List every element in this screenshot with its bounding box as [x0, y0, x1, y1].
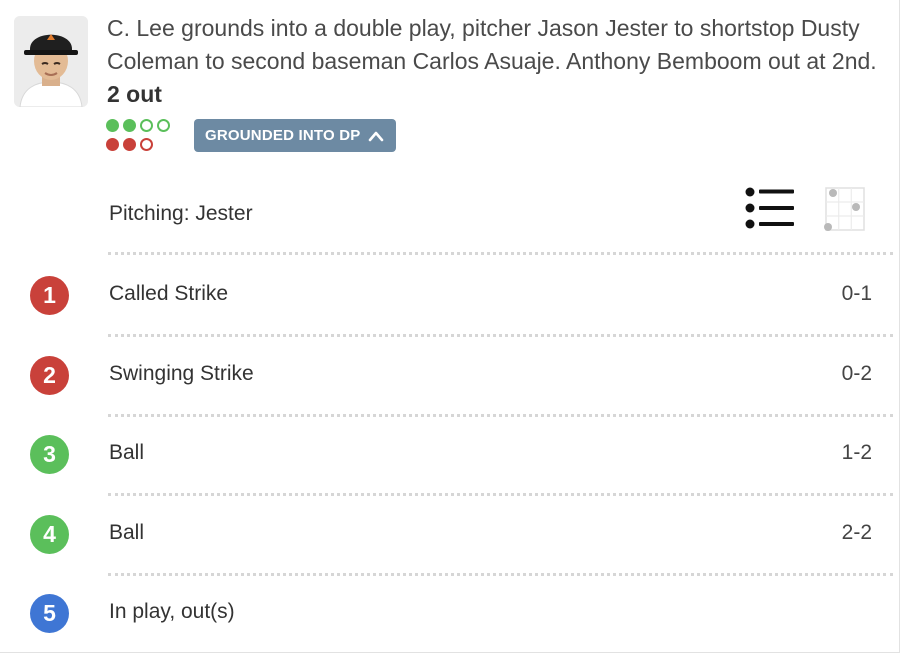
pitch-count: 1-2	[841, 441, 872, 464]
pitch-count: 0-1	[841, 282, 872, 305]
pitch-result-label: In play, out(s)	[109, 600, 235, 623]
play-description: C. Lee grounds into a double play, pitch…	[107, 12, 887, 111]
pitch-row: 2 Swinging Strike 0-2	[0, 336, 900, 414]
count-dots	[106, 119, 170, 157]
play-card: C. Lee grounds into a double play, pitch…	[0, 0, 900, 653]
strikes-dots	[106, 138, 170, 153]
pitch-row: 1 Called Strike 0-1	[0, 256, 900, 334]
pitch-row: 5 In play, out(s)	[0, 574, 900, 652]
pitch-count: 0-2	[841, 361, 872, 385]
pitch-result-label: Ball	[109, 520, 145, 544]
pitch-row: 3 Ball 1-2	[0, 415, 900, 493]
play-result-label: GROUNDED INTO DP	[205, 127, 361, 144]
separator	[108, 252, 893, 255]
pitching-label: Pitching: Jester	[109, 202, 253, 225]
pitch-result-label: Called Strike	[109, 282, 229, 305]
empty-count-dot	[157, 119, 170, 132]
filled-count-dot	[123, 119, 136, 132]
filled-count-dot	[106, 138, 119, 151]
pitch-number-badge: 2	[30, 355, 69, 395]
chevron-up-icon	[369, 131, 384, 141]
empty-count-dot	[140, 119, 153, 132]
pitch-number-badge: 4	[30, 514, 69, 554]
player-headshot-image	[14, 16, 88, 107]
outs-text: 2 out	[107, 81, 162, 107]
filled-count-dot	[123, 138, 136, 151]
strike-zone-view-icon[interactable]	[818, 184, 868, 234]
player-headshot-avatar	[14, 16, 88, 107]
play-description-text: C. Lee grounds into a double play, pitch…	[107, 15, 877, 74]
pitch-number-badge: 3	[30, 435, 69, 474]
pitch-result-label: Ball	[109, 441, 145, 464]
pitch-result-label: Swinging Strike	[109, 361, 254, 385]
pitch-count: 2-2	[841, 520, 872, 544]
pitch-number-badge: 5	[30, 594, 69, 633]
pitch-row: 4 Ball 2-2	[0, 495, 900, 573]
filled-count-dot	[106, 119, 119, 132]
empty-count-dot	[140, 138, 153, 151]
balls-dots	[106, 119, 170, 134]
play-result-badge[interactable]: GROUNDED INTO DP	[194, 119, 397, 152]
pitch-number-badge: 1	[30, 276, 69, 315]
list-view-icon[interactable]	[742, 186, 796, 230]
